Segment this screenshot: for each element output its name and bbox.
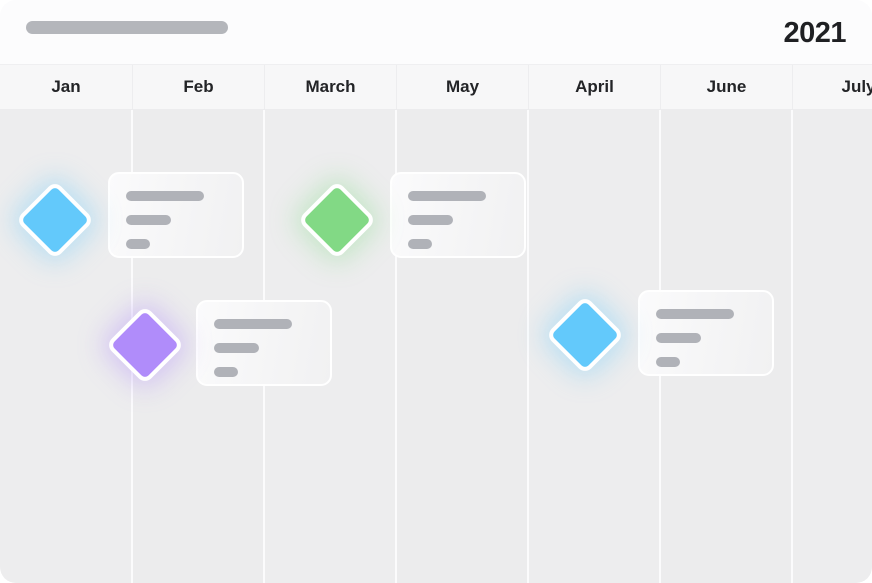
task-text-placeholder <box>126 215 171 225</box>
task-card-may[interactable] <box>390 172 526 258</box>
month-header-march[interactable]: March <box>265 65 397 109</box>
task-text-placeholder <box>126 191 204 201</box>
timeline-roadmap: 2021 Jan Feb March May April June July <box>0 0 872 583</box>
month-header-jan[interactable]: Jan <box>0 65 133 109</box>
toolbar: 2021 <box>0 0 872 64</box>
task-text-placeholder <box>214 367 238 377</box>
title-placeholder-bar <box>26 21 228 34</box>
task-text-placeholder <box>408 239 432 249</box>
month-header-april[interactable]: April <box>529 65 661 109</box>
month-header-feb[interactable]: Feb <box>133 65 265 109</box>
task-text-placeholder <box>408 191 486 201</box>
task-text-placeholder <box>126 239 150 249</box>
task-card-feb[interactable] <box>196 300 332 386</box>
task-text-placeholder <box>656 309 734 319</box>
year-label: 2021 <box>783 17 846 49</box>
month-header-may[interactable]: May <box>397 65 529 109</box>
task-text-placeholder <box>656 357 680 367</box>
month-header-july[interactable]: July <box>793 65 872 109</box>
task-card-jan[interactable] <box>108 172 244 258</box>
task-text-placeholder <box>214 319 292 329</box>
task-card-june[interactable] <box>638 290 774 376</box>
grid-column-july[interactable] <box>793 110 872 583</box>
month-header-row: Jan Feb March May April June July <box>0 64 872 110</box>
task-text-placeholder <box>408 215 453 225</box>
task-text-placeholder <box>656 333 701 343</box>
task-text-placeholder <box>214 343 259 353</box>
month-header-june[interactable]: June <box>661 65 793 109</box>
